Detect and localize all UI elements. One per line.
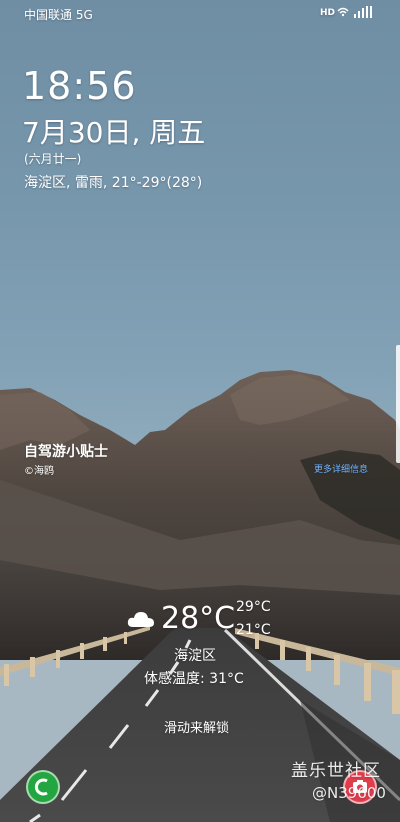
watermark-brand: 盖乐世社区 bbox=[291, 761, 381, 781]
more-info-link[interactable]: 更多详细信息 bbox=[314, 462, 368, 475]
watermark-handle: @N39600 bbox=[312, 784, 386, 802]
weather-temperature: 28°C bbox=[161, 601, 236, 636]
unlock-hint: 滑动来解锁 bbox=[164, 721, 230, 736]
hd-voice-icon: HD bbox=[320, 8, 336, 18]
phone-shortcut-button[interactable] bbox=[26, 770, 60, 804]
cloud-icon bbox=[127, 612, 154, 627]
carrier-label: 中国联通 5G bbox=[24, 8, 93, 22]
phone-icon bbox=[34, 778, 48, 796]
weather-high: 29°C bbox=[236, 599, 271, 615]
lock-clock-time: 18:56 bbox=[22, 64, 137, 108]
wallpaper-tip-title: 自驾游小贴士 bbox=[24, 444, 108, 460]
weather-low: 21°C bbox=[236, 622, 271, 638]
weather-location: 海淀区 bbox=[174, 648, 216, 664]
signal-icon bbox=[337, 6, 372, 18]
weather-feels-like: 体感温度: 31°C bbox=[144, 671, 244, 687]
lunar-date: (六月廿一) bbox=[24, 152, 82, 166]
wallpaper-credit: ©海鸥 bbox=[24, 466, 54, 477]
lock-screen[interactable]: 中国联通 5G HD 18:56 7月30日, 周五 (六月廿一) 海淀区, 雷… bbox=[0, 0, 400, 822]
weather-summary[interactable]: 海淀区, 雷雨, 21°-29°(28°) bbox=[24, 172, 202, 192]
edge-panel-handle[interactable] bbox=[396, 345, 400, 463]
lock-date: 7月30日, 周五 bbox=[22, 116, 206, 149]
